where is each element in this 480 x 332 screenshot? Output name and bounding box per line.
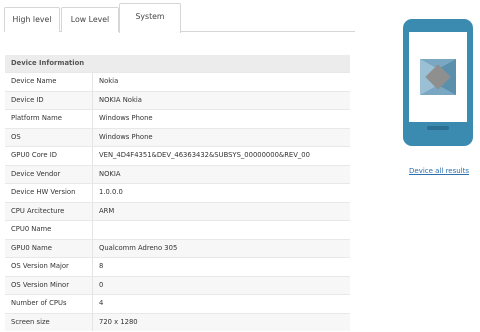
row-value: 8 [99, 262, 104, 270]
row-value [93, 221, 350, 239]
row-value: NOKIA Nokia [99, 95, 142, 104]
row-label: Device Vendor [5, 165, 93, 183]
row-label: Number of CPUs [5, 295, 93, 313]
logo-icon [420, 59, 456, 95]
row-label: Device Name [5, 73, 93, 91]
row-value: Windows Phone [99, 132, 153, 141]
row-value: Windows Phone [99, 114, 153, 122]
row-label: Platform Name [5, 110, 93, 128]
tab-system[interactable]: System [119, 3, 181, 33]
page: High level Low Level System Device Infor… [0, 0, 480, 332]
row-label: Device HW Version [5, 184, 93, 202]
device-info-header: Device Information [5, 55, 350, 72]
device-info-table: Device Information Device Name Nokia Devic… [5, 55, 350, 331]
row-value: Qualcomm Adreno 305 [99, 243, 178, 252]
row-label: GPU0 Core ID [5, 147, 93, 165]
row-value: 720 x 1280 [99, 317, 138, 326]
table-row: OS Version Minor 0 [5, 275, 350, 294]
row-label: Device ID [5, 91, 93, 109]
row-label: OS Version Minor [5, 276, 93, 294]
phone-icon [403, 19, 473, 146]
table-row: Number of CPUs 4 [5, 294, 350, 313]
row-value: NOKIA [99, 169, 121, 178]
row-label: Screen size [5, 313, 93, 331]
device-all-results-link[interactable]: Device all results [409, 167, 469, 175]
row-value: VEN_4D4F4351&DEV_46363432&SUBSYS_0000000… [99, 151, 310, 159]
table-row: CPU0 Name [5, 220, 350, 239]
row-label: OS Version Major [5, 258, 93, 276]
row-label: OS [5, 128, 93, 146]
table-row: Platform Name Windows Phone [5, 109, 350, 128]
row-value: 4 [99, 299, 104, 307]
table-row: GPU0 Name Qualcomm Adreno 305 [5, 238, 350, 257]
row-value: 1.0.0.0 [99, 188, 123, 196]
tab-high-level[interactable]: High level [4, 7, 60, 32]
table-row: OS Windows Phone [5, 127, 350, 146]
phone-button [427, 126, 449, 130]
table-row: OS Version Major 8 [5, 257, 350, 276]
table-row: Device ID NOKIA Nokia [5, 90, 350, 109]
row-value: ARM [99, 206, 115, 215]
row-label: CPU0 Name [5, 221, 93, 239]
row-value: Nokia [99, 77, 119, 85]
table-row: GPU0 Core ID VEN_4D4F4351&DEV_46363432&SU… [5, 146, 350, 165]
table-row: Device Name Nokia [5, 72, 350, 91]
table-row: Device HW Version 1.0.0.0 [5, 183, 350, 202]
table-row: Device Vendor NOKIA [5, 164, 350, 183]
row-label: GPU0 Name [5, 239, 93, 257]
row-value: 0 [99, 280, 104, 289]
table-row: Screen size 720 x 1280 [5, 312, 350, 331]
tab-bar: High level Low Level System [4, 3, 355, 33]
table-row: CPU Arcitecture ARM [5, 201, 350, 220]
tab-low-level[interactable]: Low Level [61, 7, 119, 32]
device-info-rows: Device Name Nokia Device ID NOKIA Nokia Plat… [5, 72, 350, 331]
row-label: CPU Arcitecture [5, 202, 93, 220]
